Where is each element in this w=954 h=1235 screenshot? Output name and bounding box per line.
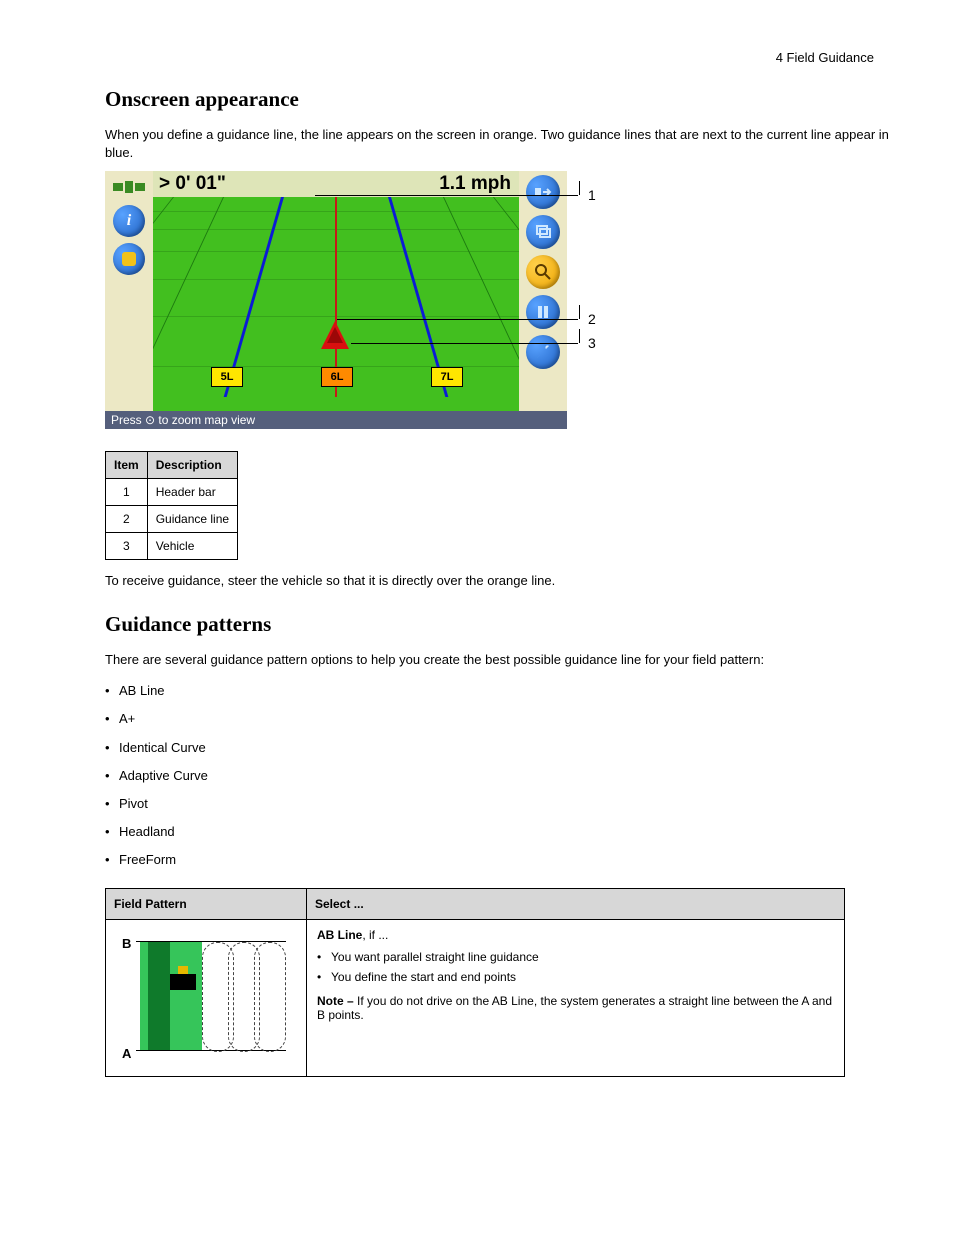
legend-h-item: Item (106, 452, 148, 479)
legend-row-d: Header bar (147, 479, 237, 506)
list-item: FreeForm (119, 851, 176, 869)
list-item: AB Line (119, 682, 165, 700)
para-onscreen: When you define a guidance line, the lin… (105, 126, 894, 161)
list-item: Identical Curve (119, 739, 206, 757)
list-item: Adaptive Curve (119, 767, 208, 785)
zoom-icon[interactable] (526, 255, 560, 289)
heading-onscreen-appearance: Onscreen appearance (105, 87, 894, 112)
vehicle-marker (321, 321, 349, 349)
legend-h-desc: Description (147, 452, 237, 479)
legend-row-n: 1 (106, 479, 148, 506)
para-steer: To receive guidance, steer the vehicle s… (105, 572, 894, 590)
list-item: Headland (119, 823, 175, 841)
status-bar: Press ⊙ to zoom map view (105, 411, 567, 429)
ab-label-b: B (122, 936, 131, 951)
pat-note-label: Note – (317, 994, 354, 1008)
legend-row-d: Vehicle (147, 533, 237, 560)
speed-readout: 1.1 mph (439, 173, 519, 195)
pat-h-field: Field Pattern (106, 888, 307, 919)
swath-label-current: 6L (321, 367, 353, 387)
pat-name: AB Line (317, 928, 362, 942)
pause-icon[interactable] (526, 295, 560, 329)
satellite-icon[interactable] (109, 175, 149, 199)
info-icon[interactable]: i (113, 205, 145, 237)
layers-icon[interactable] (526, 215, 560, 249)
operator-icon[interactable] (113, 243, 145, 275)
pat-h-select: Select ... (307, 888, 845, 919)
pat-cell-desc: AB Line, if ... • You want parallel stra… (307, 919, 845, 1076)
legend-row-n: 3 (106, 533, 148, 560)
settings-icon[interactable] (526, 335, 560, 369)
field-pattern-table: Field Pattern Select ... B A AB Line, if… (105, 888, 845, 1077)
list-item: Pivot (119, 795, 148, 813)
pat-note: If you do not drive on the AB Line, the … (317, 994, 832, 1022)
ab-label-a: A (122, 1046, 131, 1061)
ab-tractor-icon (170, 974, 196, 990)
swath-label-left: 5L (211, 367, 243, 387)
ab-diagram: B A (116, 928, 286, 1068)
swath-label-right: 7L (431, 367, 463, 387)
map-action-icon[interactable] (526, 175, 560, 209)
distance-readout: > 0' 01" (153, 173, 226, 195)
top-overlay: > 0' 01" 1.1 mph (153, 171, 519, 197)
guidance-screenshot: i > 0' 01" 1.1 mph (105, 171, 658, 429)
pat-bullet: You define the start and end points (331, 970, 516, 984)
patterns-list: AB Line A+ Identical Curve Adaptive Curv… (105, 682, 894, 869)
field-view: > 0' 01" 1.1 mph (153, 171, 519, 411)
page-header: 4 Field Guidance (105, 50, 894, 65)
callout-2: 2 (588, 311, 596, 327)
legend-row-n: 2 (106, 506, 148, 533)
legend-row-d: Guidance line (147, 506, 237, 533)
para-patterns-intro: There are several guidance pattern optio… (105, 651, 894, 669)
heading-guidance-patterns: Guidance patterns (105, 612, 894, 637)
list-item: A+ (119, 710, 135, 728)
pat-if: , if ... (362, 928, 388, 942)
pat-bullet: You want parallel straight line guidance (331, 950, 539, 964)
legend-table: Item Description 1 Header bar 2 Guidance… (105, 451, 238, 560)
callout-1: 1 (588, 187, 596, 203)
callout-3: 3 (588, 335, 596, 351)
